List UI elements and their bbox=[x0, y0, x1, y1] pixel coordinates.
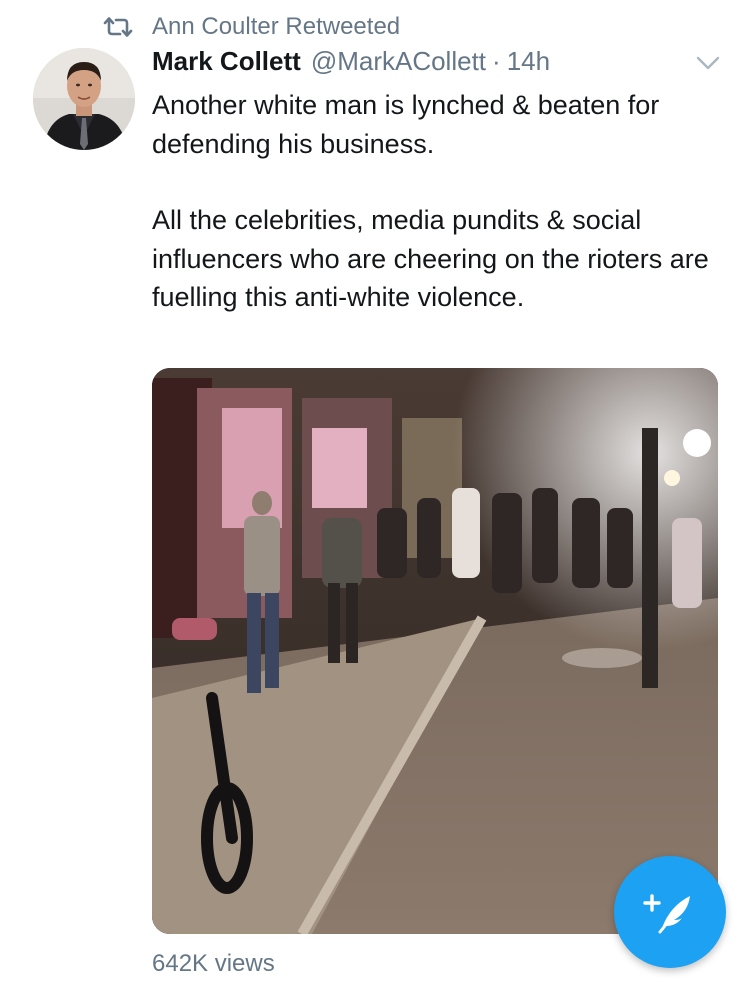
chevron-down-icon[interactable] bbox=[693, 53, 723, 73]
tweet-paragraph: All the celebrities, media pundits & soc… bbox=[152, 205, 709, 312]
tweet-paragraph: Another white man is lynched & beaten fo… bbox=[152, 90, 660, 159]
avatar[interactable] bbox=[33, 48, 135, 150]
user-handle[interactable]: @MarkACollett bbox=[311, 46, 486, 77]
tweet-header: Mark Collett @MarkACollett · 14h bbox=[152, 46, 550, 82]
separator-dot: · bbox=[492, 46, 501, 76]
compose-feather-icon[interactable] bbox=[614, 856, 726, 968]
retweet-context[interactable]: Ann Coulter Retweeted bbox=[102, 10, 400, 44]
tweet-screen: Ann Coulter Retweeted Mark Collett @Mark… bbox=[0, 0, 750, 982]
view-count: 642K views bbox=[152, 950, 275, 977]
avatar-image bbox=[33, 48, 135, 150]
retweet-icon bbox=[102, 15, 134, 39]
tweet-timestamp[interactable]: 14h bbox=[507, 46, 550, 77]
video-frame bbox=[152, 368, 718, 934]
retweet-label: Ann Coulter Retweeted bbox=[152, 13, 401, 40]
tweet-text: Another white man is lynched & beaten fo… bbox=[152, 86, 732, 317]
display-name[interactable]: Mark Collett bbox=[152, 46, 301, 77]
video-player[interactable] bbox=[152, 368, 718, 934]
